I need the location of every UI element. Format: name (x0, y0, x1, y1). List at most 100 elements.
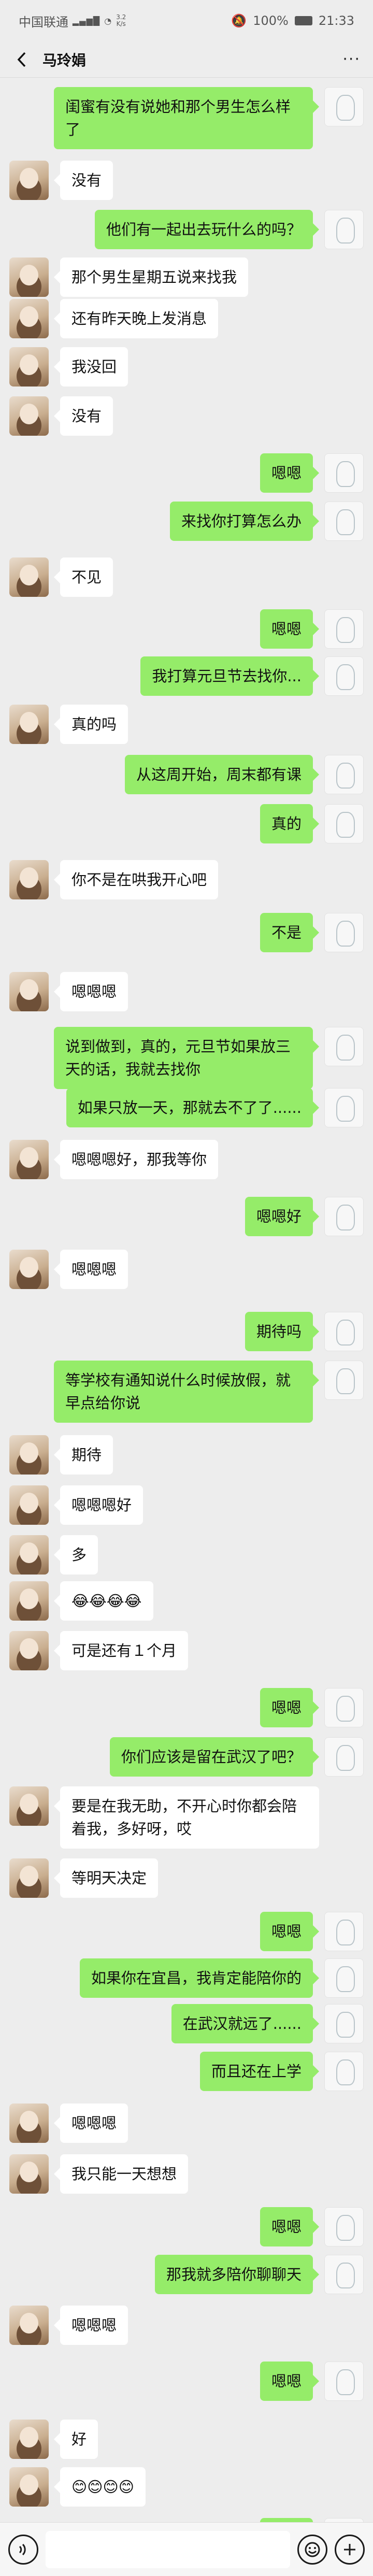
my-avatar[interactable] (324, 1912, 364, 1951)
message-bubble[interactable]: 你们应该是留在武汉了吧？ (109, 1737, 320, 1777)
my-avatar[interactable] (324, 2362, 364, 2401)
my-avatar[interactable] (324, 2207, 364, 2246)
my-avatar[interactable] (324, 913, 364, 952)
my-avatar[interactable] (324, 609, 364, 649)
contact-avatar[interactable] (9, 396, 49, 436)
message-bubble[interactable]: 在武汉就远了...... (171, 2004, 320, 2043)
my-avatar[interactable] (324, 1688, 364, 1727)
contact-avatar[interactable] (9, 299, 49, 338)
my-avatar[interactable] (324, 1958, 364, 1998)
contact-avatar[interactable] (9, 2420, 49, 2459)
message-bubble[interactable]: 我只能一天想想 (53, 2154, 189, 2194)
message-bubble[interactable]: 嗯嗯好 (245, 1197, 320, 1236)
message-bubble[interactable]: 我打算元旦节去找你... (140, 656, 319, 696)
contact-avatar[interactable] (9, 972, 49, 1011)
message-bubble[interactable]: 真的 (260, 804, 320, 843)
my-avatar[interactable] (324, 804, 364, 843)
message-bubble[interactable]: 闺蜜有没有说她和那个男生怎么样了 (54, 87, 319, 149)
message-bubble[interactable]: 没有 (53, 161, 113, 200)
my-avatar[interactable] (324, 2518, 364, 2522)
my-avatar[interactable] (324, 656, 364, 696)
message-bubble[interactable]: 嗯嗯 (260, 2207, 320, 2246)
contact-avatar[interactable] (9, 557, 49, 597)
message-bubble[interactable]: 要是在我无助，不开心时你都会陪着我，多好呀，哎 (54, 1786, 319, 1849)
my-avatar[interactable] (324, 87, 364, 126)
message-bubble[interactable]: 如果只放一天，那就去不了了...... (66, 1088, 320, 1127)
message-bubble[interactable]: 嗯嗯 (260, 2518, 313, 2522)
message-bubble[interactable]: 那个男生星期五说来找我 (53, 257, 249, 297)
message-bubble[interactable]: 嗯嗯嗯好，那我等你 (53, 1140, 219, 1179)
message-bubble[interactable]: 嗯嗯嗯 (53, 2103, 128, 2143)
my-avatar[interactable] (324, 2052, 364, 2091)
message-bubble[interactable]: 嗯嗯 (260, 2362, 320, 2401)
contact-avatar[interactable] (9, 2467, 49, 2507)
my-avatar[interactable] (324, 453, 364, 493)
emoji-icon[interactable] (297, 2534, 327, 2565)
message-bubble[interactable]: 嗯嗯嗯 (53, 2306, 128, 2345)
message-bubble[interactable]: 好 (53, 2420, 98, 2459)
message-bubble[interactable]: 如果你在宜昌，我肯定能陪你的 (79, 1958, 320, 1998)
contact-avatar[interactable] (9, 1858, 49, 1898)
message-bubble[interactable]: 😂😂😂😂 (54, 1581, 153, 1621)
message-bubble[interactable]: 来找你打算怎么办 (169, 502, 320, 541)
my-avatar[interactable] (324, 755, 364, 794)
message-bubble[interactable]: 嗯嗯 (260, 1912, 320, 1951)
message-bubble[interactable]: 等学校有通知说什么时候放假，就早点给你说 (54, 1361, 319, 1423)
my-avatar[interactable] (324, 1737, 364, 1777)
message-bubble[interactable]: 😊😊😊😊 (54, 2467, 146, 2507)
contact-avatar[interactable] (9, 1485, 49, 1525)
message-bubble[interactable]: 嗯嗯 (260, 453, 320, 493)
message-bubble[interactable]: 真的吗 (53, 705, 128, 744)
message-bubble[interactable]: 不见 (53, 557, 113, 597)
message-bubble[interactable]: 没有 (53, 396, 113, 436)
voice-toggle-icon[interactable] (8, 2534, 38, 2565)
message-bubble[interactable]: 可是还有１个月 (53, 1631, 189, 1670)
contact-avatar[interactable] (9, 2154, 49, 2194)
my-avatar[interactable] (324, 210, 364, 249)
contact-avatar[interactable] (9, 1786, 49, 1826)
message-bubble[interactable]: 嗯嗯嗯好 (53, 1485, 144, 1525)
message-bubble[interactable]: 嗯嗯 (260, 1688, 320, 1727)
my-avatar[interactable] (324, 1197, 364, 1236)
contact-avatar[interactable] (9, 2103, 49, 2143)
contact-avatar[interactable] (9, 257, 49, 297)
message-bubble[interactable]: 我没回 (53, 347, 128, 387)
message-bubble[interactable]: 还有昨天晚上发消息 (53, 299, 219, 338)
back-arrow-icon[interactable] (12, 50, 31, 69)
message-bubble[interactable]: 嗯嗯 (260, 609, 320, 649)
more-options-icon[interactable]: ··· (342, 50, 361, 68)
contact-avatar[interactable] (9, 2306, 49, 2345)
contact-avatar[interactable] (9, 705, 49, 744)
my-avatar[interactable] (324, 1088, 364, 1127)
message-bubble[interactable]: 那我就多陪你聊聊天 (154, 2255, 320, 2294)
my-avatar[interactable] (324, 502, 364, 541)
message-bubble[interactable]: 你不是在哄我开心吧 (53, 860, 219, 899)
message-bubble[interactable]: 多 (53, 1535, 98, 1575)
contact-avatar[interactable] (9, 1140, 49, 1179)
contact-avatar[interactable] (9, 347, 49, 387)
contact-avatar[interactable] (9, 1435, 49, 1475)
contact-avatar[interactable] (9, 1631, 49, 1670)
message-bubble[interactable]: 期待 (53, 1435, 113, 1475)
contact-avatar[interactable] (9, 1250, 49, 1289)
message-bubble[interactable]: 期待吗 (245, 1312, 320, 1351)
message-list[interactable]: 闺蜜有没有说她和那个男生怎么样了 没有 他们有一起出去玩什么的吗？ 那个男生星期五说来… (0, 78, 373, 2522)
message-input[interactable] (46, 2530, 290, 2568)
message-bubble[interactable]: 不是 (260, 913, 320, 952)
message-bubble[interactable]: 说到做到，真的，元旦节如果放三天的话，我就去找你 (54, 1027, 319, 1089)
message-bubble[interactable]: 他们有一起出去玩什么的吗？ (94, 210, 320, 249)
my-avatar[interactable] (324, 1361, 364, 1400)
contact-avatar[interactable] (9, 1581, 49, 1621)
contact-avatar[interactable] (9, 161, 49, 200)
my-avatar[interactable] (324, 1027, 364, 1066)
contact-avatar[interactable] (9, 1535, 49, 1575)
contact-avatar[interactable] (9, 860, 49, 899)
message-bubble[interactable]: 从这周开始，周末都有课 (124, 755, 320, 794)
message-bubble[interactable]: 嗯嗯嗯 (53, 972, 128, 1011)
message-bubble[interactable]: 而且还在上学 (199, 2052, 320, 2091)
message-bubble[interactable]: 嗯嗯嗯 (53, 1250, 128, 1289)
add-attachment-icon[interactable] (335, 2534, 365, 2565)
my-avatar[interactable] (324, 2255, 364, 2294)
my-avatar[interactable] (324, 1312, 364, 1351)
my-avatar[interactable] (324, 2004, 364, 2043)
